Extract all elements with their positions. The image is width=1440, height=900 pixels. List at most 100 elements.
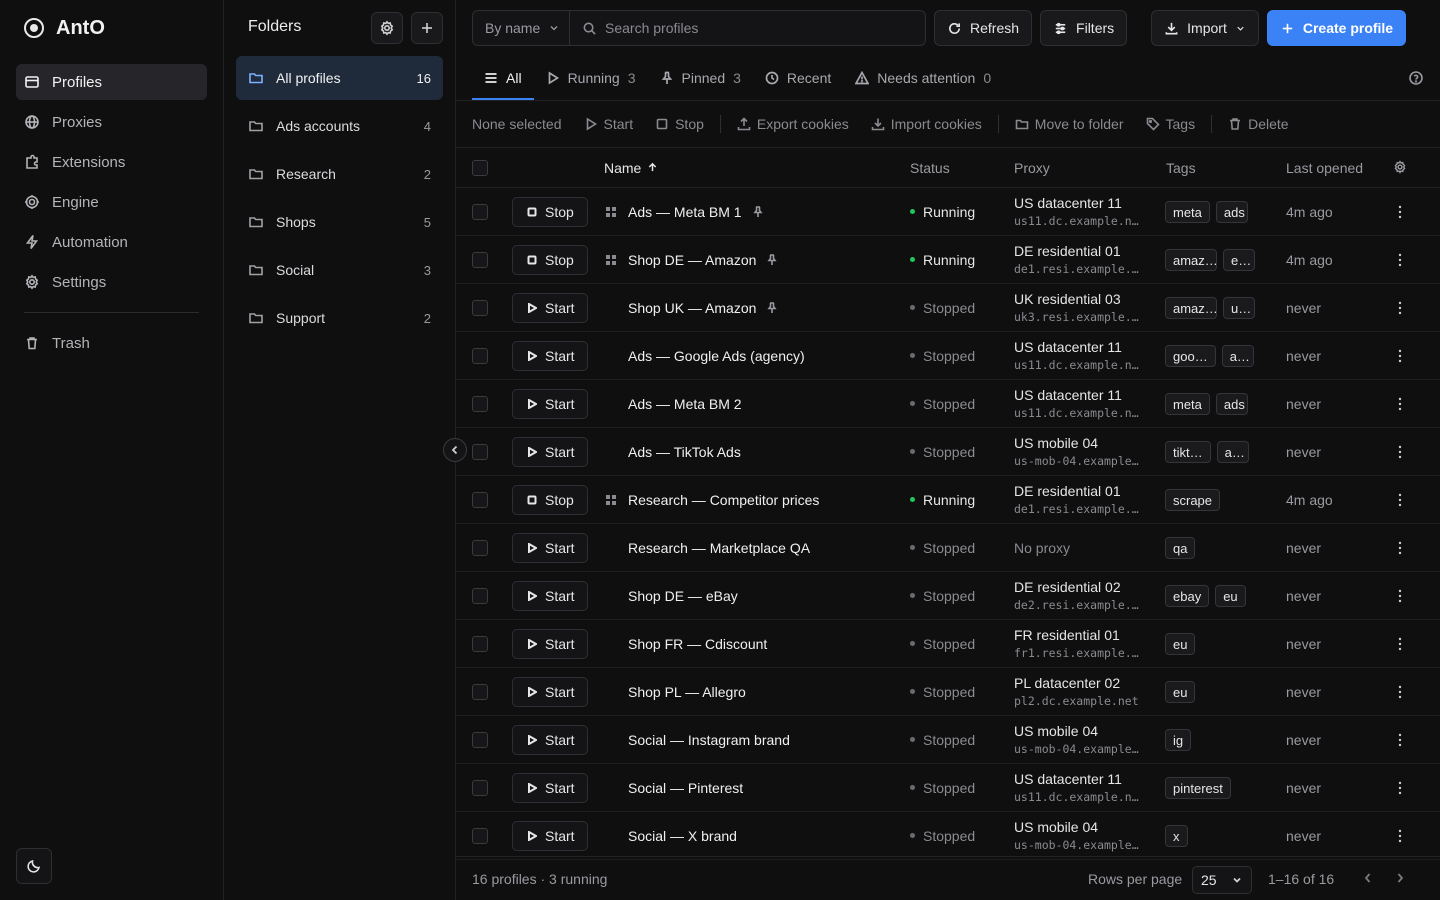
profile-name[interactable]: Shop DE — eBay: [628, 588, 738, 604]
table-row[interactable]: Start Shop DE — eBay Stopped DE residential…: [456, 572, 1440, 620]
header-status[interactable]: Status: [910, 160, 950, 176]
folder-settings-button[interactable]: [371, 12, 403, 44]
tab-running[interactable]: Running 3: [534, 56, 648, 100]
row-menu-button[interactable]: [1398, 397, 1402, 411]
table-row[interactable]: Stop Ads — Meta BM 1 Running US datacenter …: [456, 188, 1440, 236]
profile-name[interactable]: Ads — TikTok Ads: [628, 444, 741, 460]
nav-item-settings[interactable]: Settings: [16, 264, 207, 300]
create-profile-button[interactable]: Create profile: [1266, 10, 1407, 46]
header-proxy[interactable]: Proxy: [1014, 160, 1050, 176]
start-profile-button[interactable]: Start: [512, 293, 588, 323]
refresh-button[interactable]: Refresh: [934, 10, 1033, 46]
table-row[interactable]: Start Social — Instagram brand Stopped US m…: [456, 716, 1440, 764]
table-row[interactable]: Start Research — Marketplace QA Stopped No …: [456, 524, 1440, 572]
start-profile-button[interactable]: Start: [512, 581, 588, 611]
start-profile-button[interactable]: Start: [512, 341, 588, 371]
rows-per-page-select[interactable]: 25: [1192, 866, 1252, 894]
start-profile-button[interactable]: Start: [512, 389, 588, 419]
profile-name[interactable]: Shop DE — Amazon: [628, 252, 778, 268]
row-menu-button[interactable]: [1398, 685, 1402, 699]
import-button[interactable]: Import: [1151, 10, 1259, 46]
stop-profile-button[interactable]: Stop: [512, 197, 588, 227]
row-menu-button[interactable]: [1398, 541, 1402, 555]
row-menu-button[interactable]: [1398, 829, 1402, 843]
start-profile-button[interactable]: Start: [512, 629, 588, 659]
folder-item[interactable]: Ads accounts 4: [236, 104, 443, 148]
theme-toggle-button[interactable]: [16, 848, 52, 884]
row-menu-button[interactable]: [1398, 301, 1402, 315]
row-checkbox[interactable]: [472, 444, 488, 460]
folder-item[interactable]: Social 3: [236, 248, 443, 292]
row-checkbox[interactable]: [472, 540, 488, 556]
row-menu-button[interactable]: [1398, 349, 1402, 363]
prev-page-button[interactable]: [1361, 871, 1377, 887]
profile-name[interactable]: Social — Instagram brand: [628, 732, 790, 748]
move-to-folder-button[interactable]: Move to folder: [1015, 116, 1124, 132]
select-all-checkbox[interactable]: [472, 160, 488, 176]
bulk-start-button[interactable]: Start: [584, 116, 633, 132]
table-row[interactable]: Start Shop FR — Cdiscount Stopped FR reside…: [456, 620, 1440, 668]
start-profile-button[interactable]: Start: [512, 821, 588, 851]
row-menu-button[interactable]: [1398, 493, 1402, 507]
table-row[interactable]: Start Ads — TikTok Ads Stopped US mobile 04…: [456, 428, 1440, 476]
table-row[interactable]: Start Social — X brand Stopped US mobile 04…: [456, 812, 1440, 860]
folder-item[interactable]: Shops 5: [236, 200, 443, 244]
row-menu-button[interactable]: [1398, 733, 1402, 747]
profile-name[interactable]: Ads — Meta BM 1: [628, 204, 764, 220]
start-profile-button[interactable]: Start: [512, 533, 588, 563]
add-folder-button[interactable]: [411, 12, 443, 44]
tags-button[interactable]: Tags: [1146, 116, 1195, 132]
profile-name[interactable]: Shop FR — Cdiscount: [628, 636, 767, 652]
nav-item-profiles[interactable]: Profiles: [16, 64, 207, 100]
bulk-stop-button[interactable]: Stop: [655, 116, 704, 132]
profile-name[interactable]: Research — Competitor prices: [628, 492, 819, 508]
header-tags[interactable]: Tags: [1166, 160, 1196, 176]
profile-name[interactable]: Shop UK — Amazon: [628, 300, 778, 316]
delete-button[interactable]: Delete: [1228, 116, 1289, 132]
nav-item-automation[interactable]: Automation: [16, 224, 207, 260]
search-input[interactable]: Search profiles: [569, 10, 926, 46]
row-checkbox[interactable]: [472, 780, 488, 796]
table-row[interactable]: Stop Research — Competitor prices Running D…: [456, 476, 1440, 524]
tab-pinned[interactable]: Pinned 3: [648, 56, 753, 100]
import-cookies-button[interactable]: Import cookies: [871, 116, 982, 132]
table-row[interactable]: Start Social — Pinterest Stopped US datacen…: [456, 764, 1440, 812]
row-menu-button[interactable]: [1398, 781, 1402, 795]
profile-name[interactable]: Shop PL — Allegro: [628, 684, 746, 700]
row-checkbox[interactable]: [472, 348, 488, 364]
sort-select[interactable]: By name: [472, 10, 569, 46]
row-menu-button[interactable]: [1398, 589, 1402, 603]
row-menu-button[interactable]: [1398, 445, 1402, 459]
tab-recent[interactable]: Recent: [753, 56, 843, 100]
nav-item-extensions[interactable]: Extensions: [16, 144, 207, 180]
row-checkbox[interactable]: [472, 492, 488, 508]
table-row[interactable]: Stop Shop DE — Amazon Running DE residentia…: [456, 236, 1440, 284]
profile-name[interactable]: Ads — Meta BM 2: [628, 396, 742, 412]
profile-name[interactable]: Social — X brand: [628, 828, 737, 844]
row-menu-button[interactable]: [1398, 253, 1402, 267]
collapse-panel-button[interactable]: [443, 438, 467, 462]
row-checkbox[interactable]: [472, 588, 488, 604]
profile-name[interactable]: Ads — Google Ads (agency): [628, 348, 805, 364]
tab-all[interactable]: All: [472, 56, 534, 100]
row-checkbox[interactable]: [472, 732, 488, 748]
start-profile-button[interactable]: Start: [512, 437, 588, 467]
folder-item[interactable]: All profiles 16: [236, 56, 443, 100]
folder-item[interactable]: Support 2: [236, 296, 443, 340]
start-profile-button[interactable]: Start: [512, 773, 588, 803]
sort-by-name-header[interactable]: Name: [604, 160, 658, 176]
row-checkbox[interactable]: [472, 684, 488, 700]
row-checkbox[interactable]: [472, 204, 488, 220]
nav-item-trash[interactable]: Trash: [16, 325, 207, 361]
row-checkbox[interactable]: [472, 636, 488, 652]
table-row[interactable]: Start Shop PL — Allegro Stopped PL datacent…: [456, 668, 1440, 716]
row-checkbox[interactable]: [472, 300, 488, 316]
table-row[interactable]: Start Ads — Meta BM 2 Stopped US datacenter…: [456, 380, 1440, 428]
stop-profile-button[interactable]: Stop: [512, 245, 588, 275]
row-menu-button[interactable]: [1398, 205, 1402, 219]
stop-profile-button[interactable]: Stop: [512, 485, 588, 515]
row-menu-button[interactable]: [1398, 637, 1402, 651]
nav-item-engine[interactable]: Engine: [16, 184, 207, 220]
row-checkbox[interactable]: [472, 828, 488, 844]
row-checkbox[interactable]: [472, 252, 488, 268]
